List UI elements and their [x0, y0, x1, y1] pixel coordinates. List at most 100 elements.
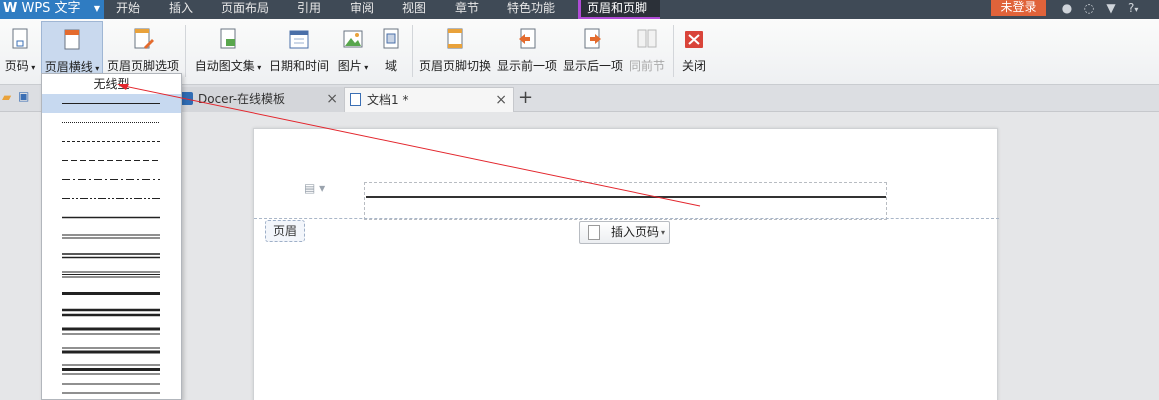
line-style-option[interactable] [42, 208, 181, 227]
field-icon [383, 28, 399, 49]
line-style-option[interactable] [42, 151, 181, 170]
date-time-button[interactable]: 日期和时间 [268, 21, 330, 83]
cloud-icon[interactable]: ● [1060, 1, 1074, 15]
chevron-down-icon: ▾ [660, 228, 665, 237]
tab-document1[interactable]: 文档1 * × [344, 87, 514, 112]
chevron-down-icon: ▾ [28, 63, 36, 72]
line-style-option[interactable] [42, 170, 181, 189]
line-style-preview [62, 103, 160, 104]
menu-header-footer[interactable]: 页眉和页脚 [578, 0, 660, 19]
line-style-preview [62, 292, 160, 295]
line-style-preview [62, 364, 160, 375]
line-style-option[interactable] [42, 94, 181, 113]
login-button[interactable]: 未登录 [991, 0, 1046, 16]
show-next-button[interactable]: 显示后一项 [562, 21, 624, 83]
no-line-option[interactable]: 无线型 [42, 74, 181, 94]
chevron-down-icon: ▾ [254, 63, 262, 72]
chevron-down-icon: ▼ [93, 4, 100, 13]
line-style-option[interactable] [42, 113, 181, 132]
menu-page-layout[interactable]: 页面布局 [221, 0, 269, 19]
document-page[interactable]: ▤ ▾ 页眉 插入页码 ▾ [253, 128, 999, 400]
page-options-icon[interactable]: ▤ ▾ [304, 181, 325, 195]
app-title: WPS 文字 [21, 1, 81, 16]
line-style-option[interactable] [42, 246, 181, 265]
new-tab-button[interactable]: + [518, 87, 533, 109]
open-folder-icon[interactable]: ▰ [2, 90, 11, 104]
page-settings-icon [134, 28, 154, 49]
close-header-footer-button[interactable]: 关闭 [679, 21, 709, 83]
line-style-option[interactable] [42, 303, 181, 322]
page-number-button[interactable]: 页码 ▾ [0, 21, 40, 83]
chevron-down-icon: ▾ [361, 63, 369, 72]
close-icon[interactable]: × [495, 88, 507, 112]
document-icon [350, 93, 361, 106]
help-button[interactable]: ?▾ [1128, 0, 1138, 18]
line-style-preview [62, 179, 160, 180]
menu-view[interactable]: 视图 [402, 0, 426, 19]
switch-header-footer-button[interactable]: 页眉页脚切换 [418, 21, 492, 83]
app-menu-button[interactable]: W WPS 文字 ▼ [0, 0, 104, 19]
header-boundary-line [254, 218, 999, 219]
line-style-option[interactable] [42, 322, 181, 341]
line-style-preview [62, 234, 160, 239]
auto-text-icon [220, 28, 236, 49]
insert-page-number-button[interactable]: 插入页码 ▾ [579, 221, 670, 244]
show-previous-button[interactable]: 显示前一项 [496, 21, 558, 83]
feedback-icon[interactable]: ◌ [1082, 1, 1096, 15]
line-style-preview [62, 198, 160, 199]
header-label-badge: 页眉 [265, 220, 305, 242]
line-style-preview [62, 122, 160, 123]
line-style-preview [62, 383, 160, 394]
picture-icon [343, 30, 363, 48]
picture-button[interactable]: 图片 ▾ [334, 21, 372, 83]
ribbon-separator [412, 25, 413, 77]
line-style-option[interactable] [42, 265, 181, 284]
tab-docer-templates[interactable]: Docer-在线模板 × [176, 87, 344, 112]
link-sections-icon [637, 29, 657, 48]
line-style-option[interactable] [42, 341, 181, 360]
line-style-preview [62, 216, 160, 219]
header-area[interactable] [364, 182, 887, 220]
switch-header-footer-icon [447, 28, 463, 49]
line-style-option[interactable] [42, 189, 181, 208]
chevron-down-icon: ▾ [92, 64, 100, 73]
auto-text-button[interactable]: 自动图文集 ▾ [193, 21, 263, 83]
same-as-previous-button[interactable]: 同前节 [628, 21, 666, 83]
ribbon-separator [673, 25, 674, 77]
line-style-preview [62, 347, 160, 354]
header-line-style-dropdown: 无线型 [41, 73, 182, 400]
line-style-option[interactable] [42, 132, 181, 151]
field-button[interactable]: 域 [376, 21, 406, 83]
menu-bar: W WPS 文字 ▼ 开始 插入 页面布局 引用 审阅 视图 章节 特色功能 页… [0, 0, 1159, 19]
page-number-icon [588, 225, 600, 240]
page-number-icon [12, 28, 28, 49]
wps-logo-icon: W [3, 1, 18, 16]
line-style-preview [62, 271, 160, 278]
header-line-icon [64, 29, 80, 50]
arrow-next-icon [584, 28, 601, 49]
ribbon-separator [185, 25, 186, 77]
close-icon[interactable]: × [326, 87, 338, 111]
line-style-preview [62, 327, 160, 335]
line-style-option[interactable] [42, 284, 181, 303]
line-style-preview [62, 141, 160, 142]
line-style-preview [62, 160, 160, 161]
calendar-icon [289, 30, 309, 49]
skin-shirt-icon[interactable]: ▼ [1104, 1, 1118, 15]
menu-references[interactable]: 引用 [297, 0, 321, 19]
save-icon[interactable]: ▣ [18, 89, 29, 103]
menu-special-features[interactable]: 特色功能 [507, 0, 555, 19]
arrow-previous-icon [519, 28, 536, 49]
menu-insert[interactable]: 插入 [169, 0, 193, 19]
line-style-option[interactable] [42, 379, 181, 398]
line-style-option[interactable] [42, 360, 181, 379]
chevron-down-icon: ▾ [1134, 5, 1139, 14]
menu-start[interactable]: 开始 [116, 0, 140, 19]
menu-review[interactable]: 审阅 [350, 0, 374, 19]
close-icon [685, 31, 703, 48]
line-style-option[interactable] [42, 227, 181, 246]
header-horizontal-line [366, 196, 886, 198]
line-style-preview [62, 253, 160, 259]
menu-chapter[interactable]: 章节 [455, 0, 479, 19]
line-style-preview [62, 308, 160, 317]
